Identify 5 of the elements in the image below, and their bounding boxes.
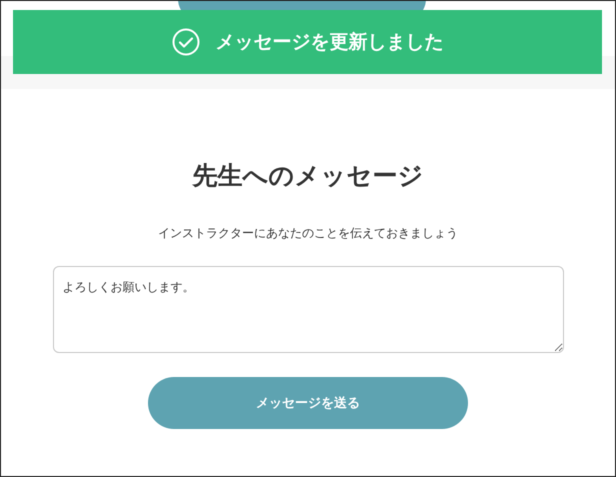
message-field[interactable]: よろしくお願いします。 bbox=[52, 266, 564, 353]
check-circle-icon bbox=[172, 28, 200, 56]
toast-message: メッセージを更新しました bbox=[216, 30, 444, 55]
page-title: 先生へのメッセージ bbox=[192, 160, 424, 192]
subtitle: インストラクターにあなたのことを伝えておきましょう bbox=[158, 225, 458, 242]
